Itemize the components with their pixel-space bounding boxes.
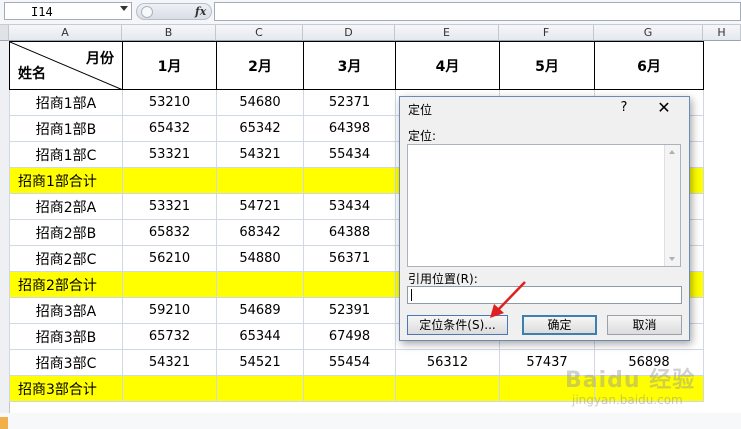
baidu-watermark-url: jingyan.baidu.com — [572, 393, 683, 407]
baidu-watermark: Baidu 经验 — [565, 368, 696, 393]
arrow-shaft — [496, 281, 526, 312]
